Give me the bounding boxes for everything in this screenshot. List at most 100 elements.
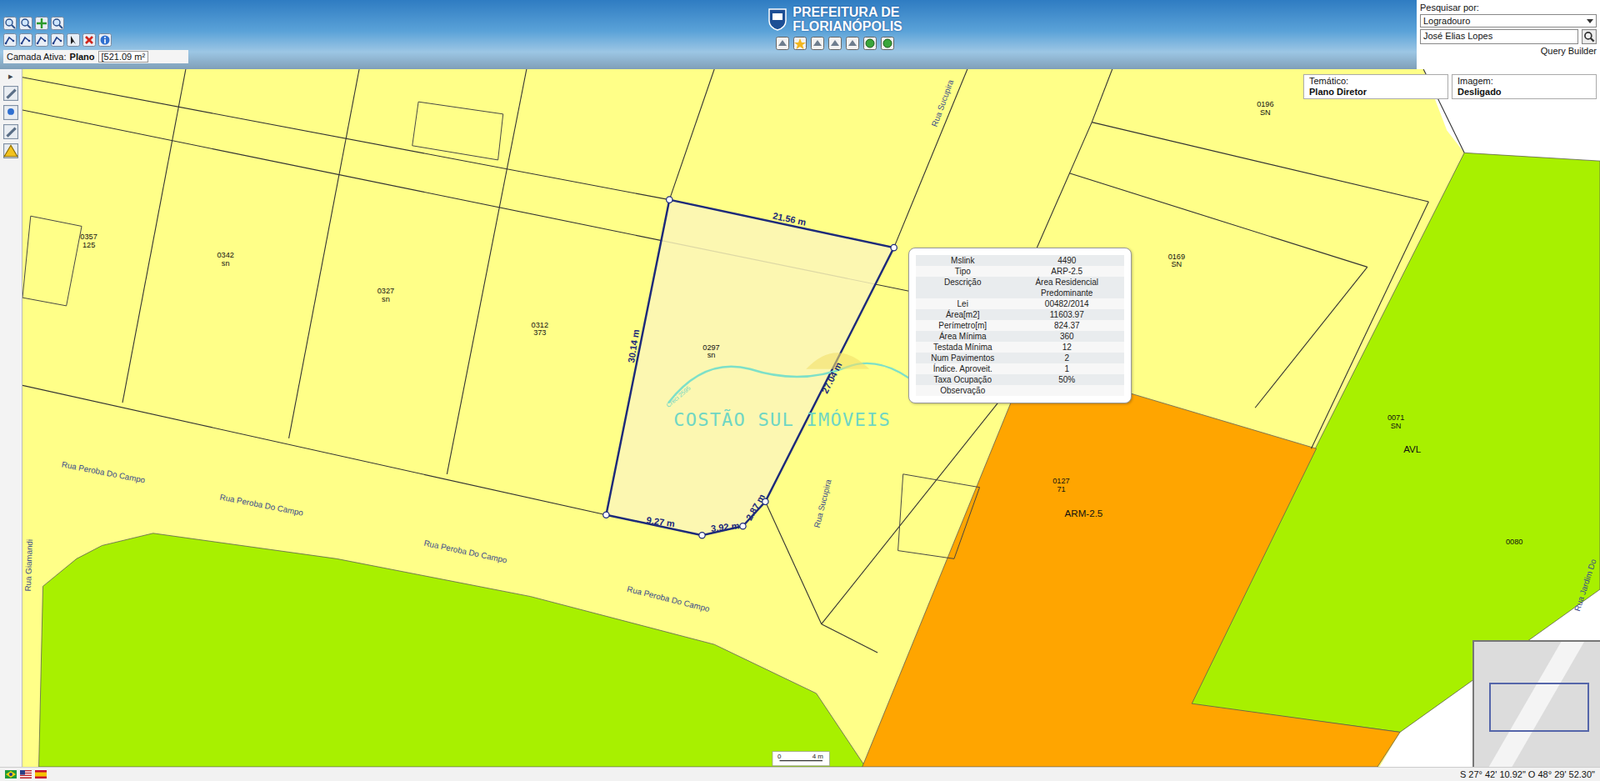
extent-icon[interactable]	[50, 16, 65, 30]
info-icon[interactable]	[98, 33, 112, 47]
lot-line	[1091, 69, 1112, 123]
street-label: Rua Jardim Do	[1572, 557, 1599, 613]
edit-icon[interactable]	[828, 36, 842, 50]
popup-row: Testada Mínima12	[915, 341, 1125, 353]
side-toggle[interactable]: ▸	[8, 70, 14, 82]
usa-flag-icon[interactable]	[20, 770, 32, 779]
lot-line	[122, 69, 186, 403]
vertex-handle[interactable]	[699, 532, 705, 539]
street-label: Rua Peroba Do Campo	[423, 538, 509, 565]
area-icon[interactable]	[35, 33, 49, 47]
search-field-select[interactable]: Logradouro	[1420, 14, 1597, 28]
active-layer: Camada Ativa:Plano[521.09 m²	[3, 50, 189, 64]
edge-length: 21.56 m	[771, 210, 807, 228]
edge-length: 30.14 m	[625, 328, 641, 364]
popup-label: Área Mínima	[915, 330, 1010, 342]
active-layer-value: Plano	[70, 51, 95, 62]
layers-icon[interactable]	[3, 124, 19, 140]
popup-value	[1010, 385, 1125, 396]
layers-icon[interactable]	[810, 36, 825, 50]
watermark: COSTÃO SUL IMÓVEISCreci 2595	[665, 352, 935, 430]
language-flags	[5, 770, 47, 779]
lot-line	[289, 69, 360, 439]
popup-row: Taxa Ocupação50%	[915, 374, 1125, 385]
selected-parcel[interactable]	[603, 196, 898, 539]
search-icon[interactable]	[1581, 29, 1597, 45]
popup-label: Observação	[915, 385, 1010, 396]
popup-value: 1	[1010, 363, 1125, 375]
lot-label: 0342sn	[216, 250, 234, 268]
query-builder-link[interactable]: Query Builder	[1420, 45, 1597, 56]
lot-outline	[22, 215, 82, 306]
pin-icon[interactable]	[3, 105, 19, 120]
side-toolbar: ▸	[0, 69, 23, 767]
popup-label: Área[m2]	[915, 309, 1010, 320]
popup-value: 824.37	[1010, 320, 1125, 331]
status-bar: S 27° 42' 10.92" O 48° 29' 52.30"	[0, 766, 1600, 781]
window-icon[interactable]	[50, 33, 65, 47]
lot-outline	[412, 101, 504, 160]
logo-area: PREFEITURA DEFLORIANÓPOLIS	[253, 0, 1417, 70]
svg-text:COSTÃO SUL IMÓVEIS: COSTÃO SUL IMÓVEIS	[673, 408, 891, 430]
vertex-handle[interactable]	[603, 511, 610, 518]
clear-icon[interactable]	[82, 33, 96, 47]
street-label: Rua Peroba Do Campo	[625, 584, 711, 614]
popup-row: DescriçãoÁrea Residencial Predominante	[915, 276, 1125, 299]
popup-label: Descrição	[915, 276, 1010, 299]
popup-row: TipoARP-2.5	[915, 265, 1125, 277]
query-input[interactable]: José Elias Lopes	[1420, 29, 1579, 45]
edit-icon[interactable]	[3, 85, 19, 101]
tool-row	[3, 33, 254, 47]
gis-page: Camada Ativa:Plano[521.09 m² PREFEITURA D…	[0, 0, 1600, 781]
edge-length: 9.27 m	[645, 515, 676, 530]
brazil-flag-icon[interactable]	[5, 770, 17, 779]
select-icon[interactable]	[3, 33, 17, 47]
vertex-handle[interactable]	[740, 523, 746, 530]
workspace: ▸ COSTÃO SUL IMÓVEISCreci 2595 21.56 m 30.1…	[0, 69, 1600, 767]
favorite-icon[interactable]	[793, 36, 807, 50]
svg-text:4 m: 4 m	[812, 752, 825, 760]
export-icon[interactable]	[845, 36, 860, 50]
print-icon[interactable]	[775, 36, 790, 50]
refresh-icon[interactable]	[880, 36, 895, 50]
lot-line	[22, 110, 1131, 337]
overview-road	[1484, 640, 1585, 767]
zoom-out-icon[interactable]	[19, 16, 33, 30]
active-layer-label: Camada Ativa:	[6, 51, 67, 62]
overview-map[interactable]	[1472, 640, 1600, 767]
tool-row	[3, 16, 254, 30]
street-label: Rua Peroba Do Campo	[219, 492, 305, 518]
map[interactable]: COSTÃO SUL IMÓVEISCreci 2595 21.56 m 30.14…	[22, 69, 1600, 767]
globe-icon[interactable]	[863, 36, 877, 50]
map-info-value: Plano Diretor	[1309, 86, 1443, 98]
select-value: Logradouro	[1423, 15, 1470, 26]
popup-label: Índice. Aproveit.	[915, 363, 1010, 375]
banner: Camada Ativa:Plano[521.09 m² PREFEITURA D…	[0, 0, 1600, 70]
edge-length: 27.04 m	[820, 360, 845, 395]
zone-area	[39, 533, 866, 767]
zone-label: ARM-2.5	[1065, 507, 1104, 519]
overview-extent	[1489, 682, 1590, 732]
center-toolbar	[775, 36, 895, 50]
lot-line	[894, 69, 968, 248]
warning-icon[interactable]	[3, 143, 19, 159]
lot-line	[669, 69, 715, 200]
street-area	[1423, 69, 1600, 161]
spain-flag-icon[interactable]	[35, 770, 47, 779]
popup-value: Área Residencial Predominante	[1010, 276, 1125, 299]
popup-label: Lei	[915, 298, 1010, 310]
pointer-icon[interactable]	[66, 33, 80, 47]
vertex-handle[interactable]	[890, 244, 897, 250]
scale-bar: 04 m	[772, 751, 830, 766]
lot-label: 0080	[1505, 537, 1523, 546]
popup-label: Testada Mínima	[915, 341, 1010, 353]
line-icon[interactable]	[19, 33, 33, 47]
map-info-box: Temático:Plano Diretor	[1303, 74, 1449, 100]
popup-value: 00482/2014	[1010, 298, 1125, 310]
vertex-handle[interactable]	[666, 196, 673, 203]
pan-icon[interactable]	[35, 16, 49, 30]
edge-length: 3.92 m	[710, 520, 741, 534]
zone-label: AVL	[1403, 443, 1422, 455]
zoom-in-icon[interactable]	[3, 16, 17, 30]
map-canvas[interactable]: COSTÃO SUL IMÓVEISCreci 2595 21.56 m 30.14…	[22, 69, 1600, 767]
